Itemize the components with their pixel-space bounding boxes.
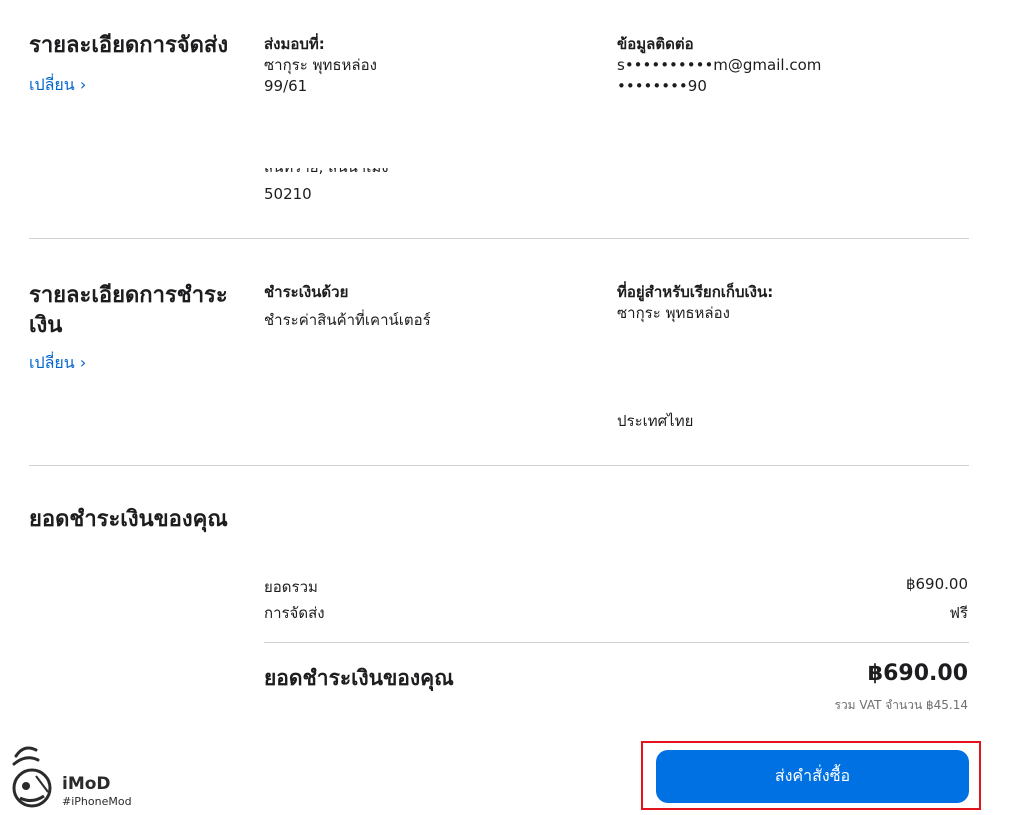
section-divider — [29, 238, 969, 239]
address-line1: 99/61 — [264, 77, 308, 95]
payment-section-title-line2: เงิน — [29, 313, 63, 338]
contact-phone: ••••••••90 — [617, 77, 707, 95]
delivery-label: ส่งมอบที่: — [264, 35, 325, 53]
shipping-change-link[interactable]: เปลี่ยน › — [29, 73, 86, 98]
billing-address-label: ที่อยู่สำหรับเรียกเก็บเงิน: — [617, 283, 774, 301]
contact-email: s••••••••••m@gmail.com — [617, 56, 822, 74]
shipping-section-title: รายละเอียดการจัดส่ง — [29, 33, 229, 58]
postal-code: 50210 — [264, 185, 312, 203]
total-label: ยอดชำระเงินของคุณ — [264, 666, 454, 690]
imod-mascot-icon — [12, 746, 52, 808]
billing-country: ประเทศไทย — [617, 412, 694, 430]
place-order-button[interactable]: ส่งคำสั่งซื้อ — [656, 750, 969, 803]
payment-change-link[interactable]: เปลี่ยน › — [29, 351, 86, 376]
recipient-name: ซากุระ พุทธหล่อง — [264, 56, 377, 74]
section-divider — [29, 465, 969, 466]
subtotal-value: ฿690.00 — [905, 575, 968, 593]
billing-name: ซากุระ พุทธหล่อง — [617, 304, 730, 322]
imod-logo-name: iMoD — [62, 774, 111, 794]
summary-divider — [264, 642, 969, 643]
shipping-cost-value: ฟรี — [949, 604, 968, 622]
total-value: ฿690.00 — [867, 661, 968, 686]
summary-section-title: ยอดชำระเงินของคุณ — [29, 507, 228, 532]
payment-method-label: ชำระเงินด้วย — [264, 283, 349, 301]
payment-method-value: ชำระค่าสินค้าที่เคาน์เตอร์ — [264, 311, 431, 329]
vat-note: รวม VAT จำนวน ฿45.14 — [834, 698, 969, 712]
payment-section-title-line1: รายละเอียดการชำระ — [29, 283, 228, 308]
shipping-cost-label: การจัดส่ง — [264, 604, 325, 622]
subtotal-label: ยอดรวม — [264, 578, 318, 596]
imod-logo-tag: #iPhoneMod — [62, 795, 132, 808]
address-clipped-line: สันทราย, สันนาเม็ง — [264, 168, 404, 178]
contact-label: ข้อมูลติดต่อ — [617, 35, 694, 53]
